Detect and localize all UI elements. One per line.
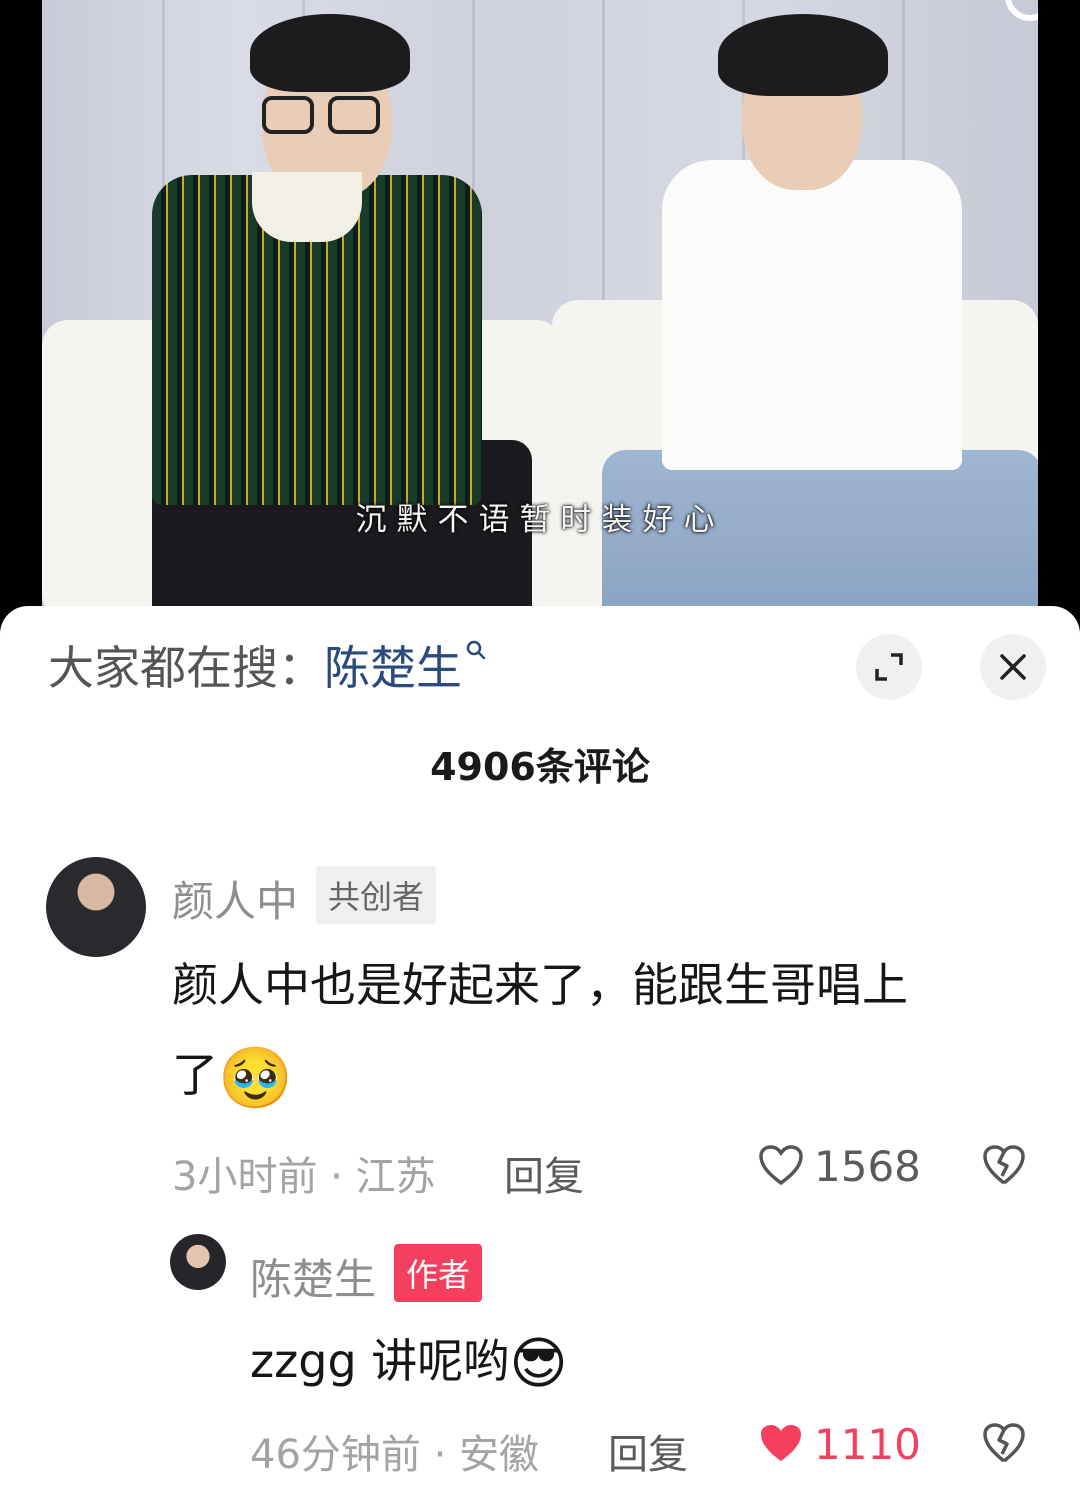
hot-search-prefix: 大家都在搜： (48, 641, 324, 695)
search-icon[interactable] (1000, 0, 1038, 36)
expand-icon (875, 653, 903, 681)
video-subtitle: 沉默不语暂时装好心 (355, 502, 725, 538)
video-player[interactable]: 沉默不语暂时装好心 (0, 0, 1080, 620)
comment-text-line: 颜人中也是好起来了，能跟生哥唱上 (172, 958, 908, 1012)
co-creator-badge: 共创者 (316, 866, 437, 924)
comment-text-line: 了 (172, 1048, 218, 1102)
broken-heart-icon[interactable] (982, 1422, 1026, 1464)
comment-text: zzgg 讲呢哟😎 (250, 1316, 1030, 1410)
expand-button[interactable] (856, 634, 922, 700)
reply-button[interactable]: 回复 (608, 1422, 688, 1480)
close-button[interactable] (980, 634, 1046, 700)
hot-search-keyword[interactable]: 陈楚生 (324, 641, 462, 695)
comment-meta: 3小时前 · 江苏 (172, 1154, 436, 1200)
comment-count: 4906条评论 (430, 745, 650, 789)
close-icon (1000, 654, 1026, 680)
comment-meta: 46分钟前 · 安徽 (250, 1432, 540, 1478)
like-count: 1568 (814, 1142, 921, 1191)
comment-username[interactable]: 陈楚生 (250, 1246, 376, 1307)
avatar[interactable] (46, 857, 146, 957)
avatar[interactable] (170, 1234, 226, 1290)
comment-username[interactable]: 颜人中 (172, 868, 298, 929)
author-badge: 作者 (394, 1244, 483, 1302)
heart-icon[interactable] (758, 1144, 804, 1186)
search-icon (466, 640, 486, 660)
heart-icon[interactable] (758, 1422, 804, 1464)
comment-text-line: zzgg 讲呢哟 (250, 1334, 510, 1388)
hot-search-bar[interactable]: 大家都在搜：陈楚生 (48, 632, 486, 698)
reply-button[interactable]: 回复 (504, 1144, 584, 1202)
watermark-overlay (900, 1462, 1060, 1484)
broken-heart-icon[interactable] (982, 1144, 1026, 1186)
pleading-face-emoji: 🥹 (218, 1043, 293, 1114)
sunglasses-emoji: 😎 (509, 1331, 568, 1397)
comment-text: 颜人中也是好起来了，能跟生哥唱上 了🥹 (172, 940, 1032, 1124)
